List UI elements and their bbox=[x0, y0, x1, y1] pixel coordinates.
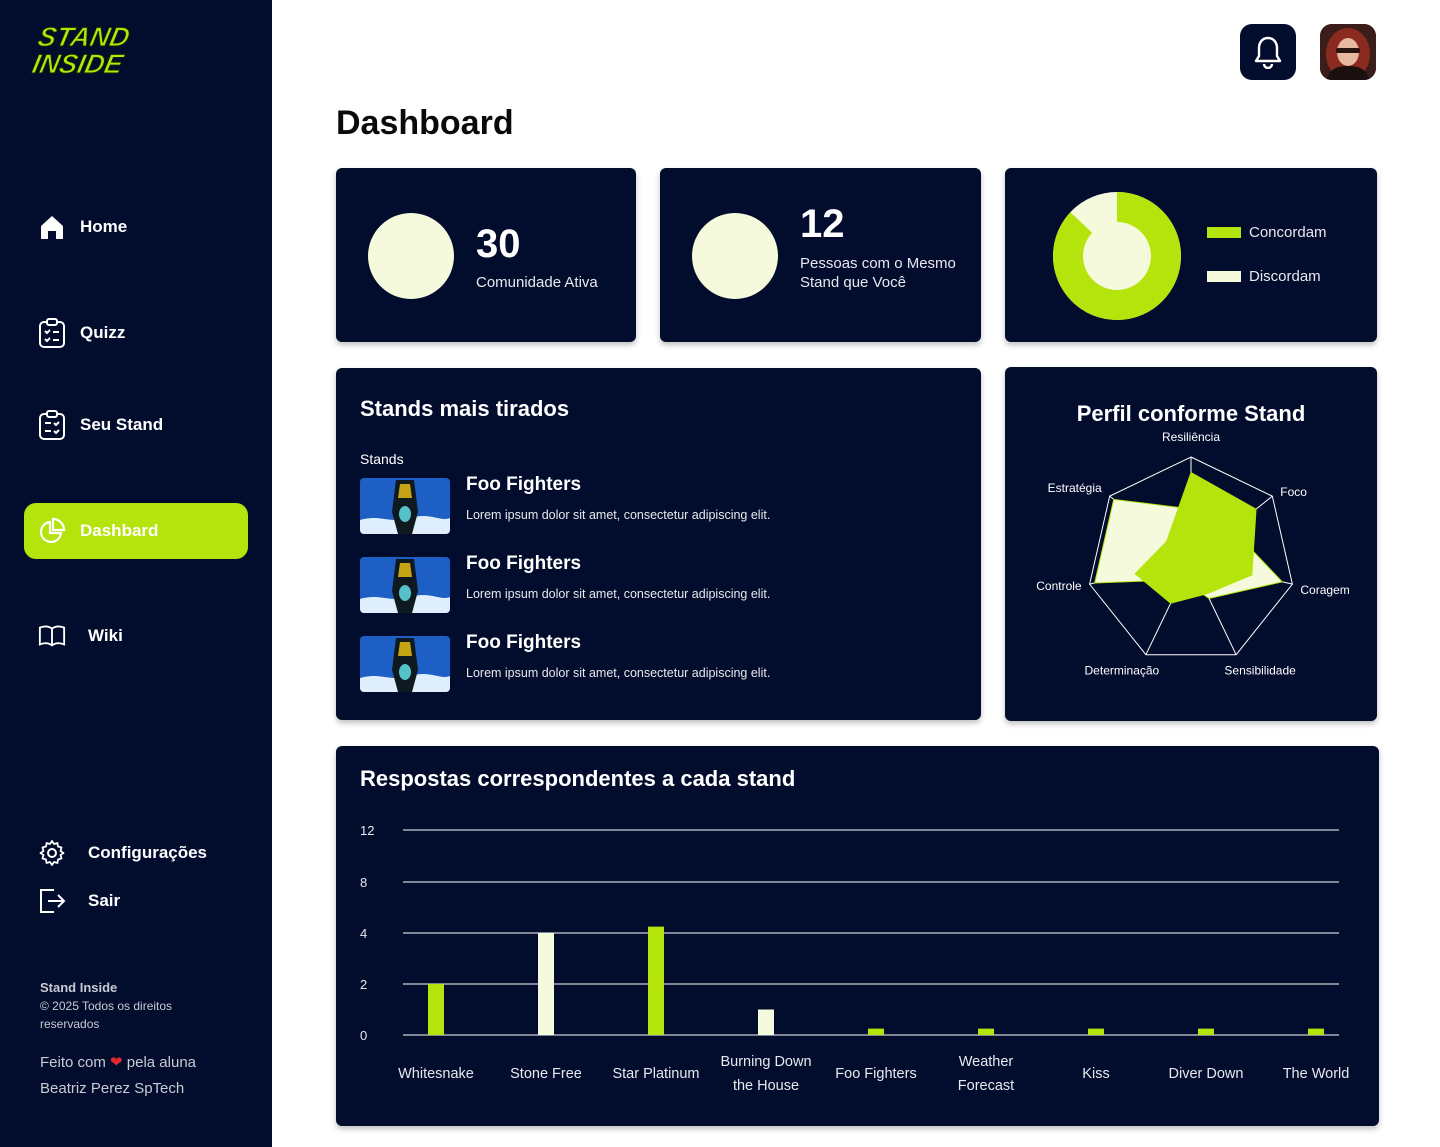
clipboard-check-icon bbox=[38, 318, 66, 348]
x-tick-label: Weather Forecast bbox=[957, 1054, 1015, 1094]
x-tick-label: Diver Down bbox=[1168, 1066, 1244, 1082]
stat-card-same-stand: 12 Pessoas com o Mesmo Stand que Você bbox=[660, 168, 981, 342]
y-tick-label: 8 bbox=[360, 875, 367, 890]
book-icon bbox=[38, 622, 66, 650]
legend-swatch bbox=[1207, 271, 1241, 282]
logout-icon bbox=[38, 887, 66, 915]
footer-brand: Stand Inside bbox=[40, 980, 118, 995]
pie-chart-icon bbox=[38, 517, 66, 545]
bar bbox=[1088, 1028, 1104, 1035]
notifications-button[interactable] bbox=[1240, 24, 1296, 80]
nav-home-label: Home bbox=[80, 217, 128, 236]
bar bbox=[868, 1028, 884, 1035]
footer-made-prefix: Feito com bbox=[40, 1054, 106, 1071]
radar-chart: Resiliência Foco Coragem Sensibilidade Deter… bbox=[1036, 430, 1350, 678]
footer-copyright: © 2025 Todos os direitos reservados bbox=[40, 999, 173, 1031]
bar bbox=[648, 926, 664, 1035]
stat-circle bbox=[368, 213, 454, 299]
stand-name: Foo Fighters bbox=[466, 553, 582, 574]
x-tick-label: Burning Down the House bbox=[720, 1054, 812, 1094]
x-tick-label: Whitesnake bbox=[398, 1066, 474, 1082]
stat-community-label: Comunidade Ativa bbox=[476, 274, 598, 291]
stand-name: Foo Fighters bbox=[466, 632, 582, 653]
y-tick-label: 4 bbox=[360, 926, 367, 941]
heart-icon: ❤ bbox=[110, 1054, 123, 1071]
donut-hole bbox=[1083, 222, 1151, 290]
nav-wiki-label: Wiki bbox=[88, 626, 123, 645]
x-tick-label: The World bbox=[1282, 1066, 1350, 1082]
bar-chart-card: Respostas correspondentes a cada stand 0… bbox=[336, 746, 1379, 1126]
stat-circle bbox=[692, 213, 778, 299]
list-item[interactable]: Foo Fighters Lorem ipsum dolor sit amet,… bbox=[360, 553, 800, 627]
top-stands-subtitle: Stands bbox=[360, 451, 404, 467]
radar-axis-label: Foco bbox=[1280, 485, 1307, 499]
y-tick-label: 12 bbox=[360, 823, 374, 838]
x-tick-label: Kiss bbox=[1082, 1066, 1110, 1082]
top-stands-title: Stands mais tirados bbox=[360, 396, 570, 421]
nav-seu-stand-label: Seu Stand bbox=[80, 415, 164, 434]
stat-same-stand-value: 12 bbox=[800, 202, 845, 246]
nav-sair-label: Sair bbox=[88, 891, 121, 910]
radar-axis-label: Determinação bbox=[1085, 664, 1160, 678]
nav-quizz-label: Quizz bbox=[80, 323, 126, 342]
radar-axis-label: Controle bbox=[1036, 579, 1082, 593]
radar-axis-label: Coragem bbox=[1300, 583, 1349, 597]
bar bbox=[1308, 1028, 1324, 1035]
stand-description: Lorem ipsum dolor sit amet, consectetur … bbox=[466, 666, 771, 680]
clipboard-list-icon bbox=[38, 410, 66, 440]
stand-thumbnail bbox=[360, 636, 450, 692]
bell-icon bbox=[1254, 36, 1282, 69]
legend-swatch bbox=[1207, 227, 1241, 238]
bar bbox=[428, 984, 444, 1035]
radar-axis-label: Sensibilidade bbox=[1224, 664, 1296, 678]
home-icon bbox=[38, 213, 66, 241]
bar bbox=[758, 1009, 774, 1035]
x-tick-label: Stone Free bbox=[510, 1066, 582, 1082]
y-tick-label: 2 bbox=[360, 977, 367, 992]
nav-sair[interactable]: Sair bbox=[24, 873, 248, 929]
list-item[interactable]: Foo Fighters Lorem ipsum dolor sit amet,… bbox=[360, 474, 800, 548]
list-item[interactable]: Foo Fighters Lorem ipsum dolor sit amet,… bbox=[360, 632, 800, 706]
stand-description: Lorem ipsum dolor sit amet, consectetur … bbox=[466, 508, 771, 522]
avatar[interactable] bbox=[1320, 24, 1376, 80]
nav-dashboard[interactable]: Dashbard bbox=[24, 503, 248, 559]
x-tick-label: Star Platinum bbox=[612, 1066, 700, 1082]
stand-thumbnail bbox=[360, 557, 450, 613]
top-stands-card: Stands mais tirados Stands Foo Fighters … bbox=[336, 368, 981, 720]
radar-axis-label: Resiliência bbox=[1162, 430, 1220, 444]
stand-inside-logo[interactable]: STAND INSIDE bbox=[26, 20, 136, 78]
nav-dashboard-label: Dashbard bbox=[80, 521, 159, 540]
nav-seu-stand[interactable]: Seu Stand bbox=[24, 397, 248, 453]
legend-agree-label: Concordam bbox=[1249, 224, 1327, 241]
bar bbox=[978, 1028, 994, 1035]
nav-configuracoes-label: Configurações bbox=[88, 843, 208, 862]
y-tick-label: 0 bbox=[360, 1028, 367, 1043]
legend-disagree: Discordam bbox=[1207, 268, 1321, 285]
gear-icon bbox=[38, 839, 66, 867]
agreement-card: Concordam Discordam bbox=[1005, 168, 1377, 342]
x-tick-label: Foo Fighters bbox=[835, 1066, 917, 1082]
stat-community-value: 30 bbox=[476, 222, 521, 266]
stand-name: Foo Fighters bbox=[466, 474, 582, 495]
nav-home[interactable]: Home bbox=[24, 199, 248, 255]
stand-thumbnail bbox=[360, 478, 450, 534]
nav-wiki[interactable]: Wiki bbox=[24, 608, 248, 664]
stat-card-community: 30 Comunidade Ativa bbox=[336, 168, 636, 342]
radar-card: Perfil conforme Stand Resiliência Foco Cor… bbox=[1005, 367, 1377, 721]
legend-disagree-label: Discordam bbox=[1249, 268, 1321, 285]
stand-description: Lorem ipsum dolor sit amet, consectetur … bbox=[466, 587, 771, 601]
stat-same-stand-label: Pessoas com o Mesmo Stand que Você bbox=[800, 255, 956, 291]
logo-line-2: INSIDE bbox=[29, 48, 126, 78]
bar bbox=[538, 933, 554, 1035]
sidebar: STAND INSIDE Home Quizz Seu Stand Dashba… bbox=[0, 0, 272, 1147]
radar-axis-label: Estratégia bbox=[1048, 481, 1102, 495]
page-title: Dashboard bbox=[336, 104, 514, 142]
legend-agree: Concordam bbox=[1207, 224, 1327, 241]
footer-made-by: Feito com ❤ pela aluna Beatriz Perez SpT… bbox=[40, 1050, 240, 1102]
bar bbox=[1198, 1028, 1214, 1035]
agreement-donut bbox=[1053, 192, 1181, 320]
nav-quizz[interactable]: Quizz bbox=[24, 305, 248, 361]
